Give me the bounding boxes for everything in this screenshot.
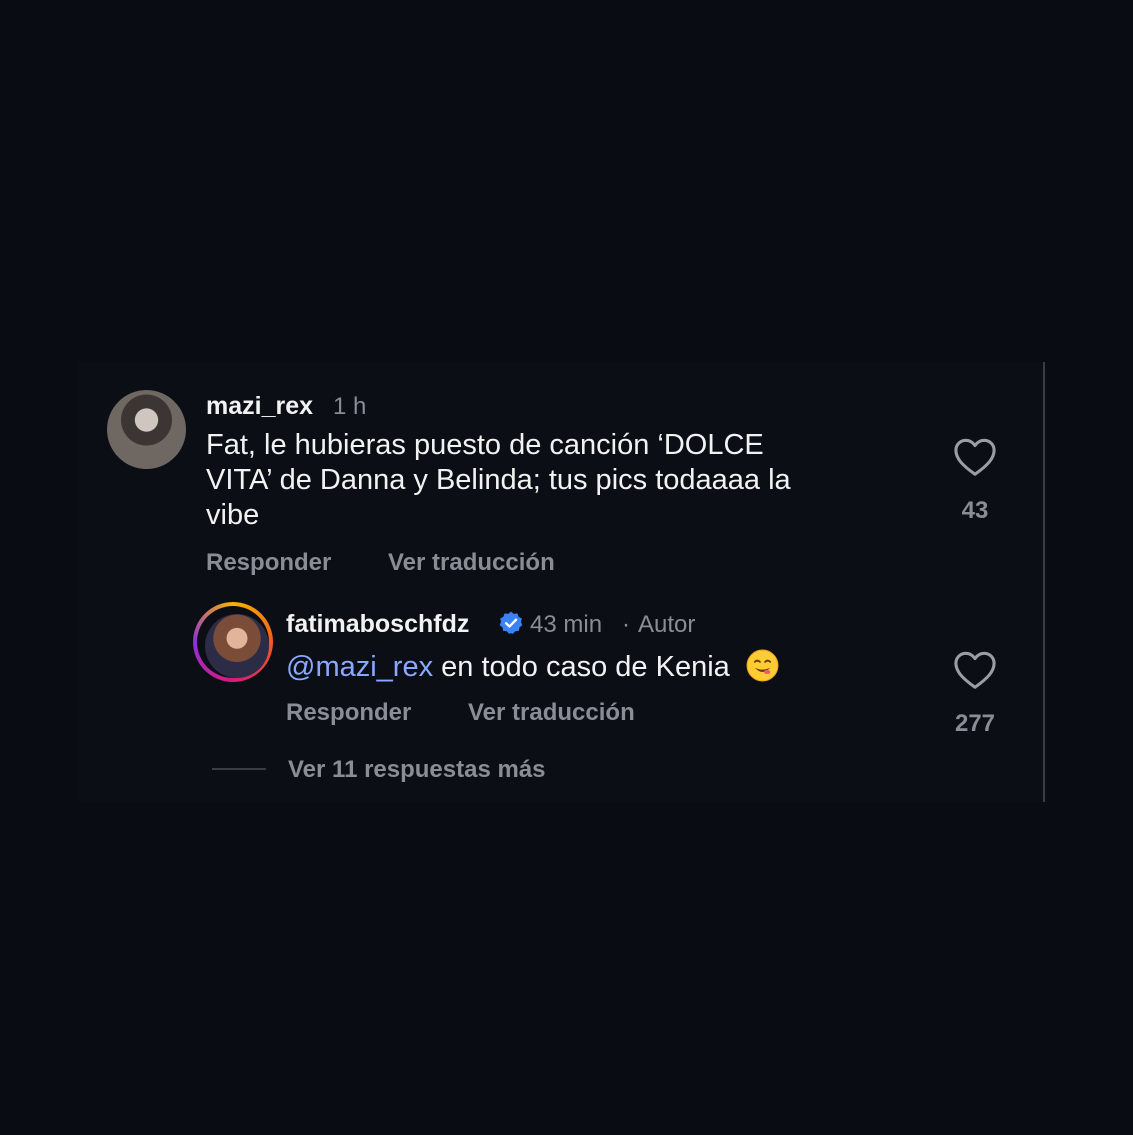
comment-thread-screen: mazi_rex 1 h Fat, le hubieras puesto de … <box>0 0 1133 1135</box>
avatar-ring-gap <box>197 606 269 678</box>
reply-like-count: 277 <box>954 710 996 737</box>
thread-line <box>212 768 266 770</box>
reply-translate-button[interactable]: Ver traducción <box>468 699 635 727</box>
comment-text-line-2: VITA’ de Danna y Belinda; tus pics todaa… <box>206 464 791 496</box>
verified-badge-icon <box>499 611 523 634</box>
comment-timestamp: 1 h <box>333 393 367 420</box>
reply-reply-button[interactable]: Responder <box>286 699 411 727</box>
mention-link[interactable]: @mazi_rex <box>286 651 433 683</box>
author-label: Autor <box>638 611 696 638</box>
reply-button[interactable]: Responder <box>206 549 331 577</box>
comment-username[interactable]: mazi_rex <box>206 392 313 421</box>
reply-username[interactable]: fatimaboschfdz <box>286 610 469 639</box>
scroll-divider <box>1043 362 1045 802</box>
story-ring[interactable] <box>193 602 273 682</box>
comment-like-count: 43 <box>961 497 989 524</box>
avatar-fatimaboschfdz[interactable] <box>205 614 269 678</box>
heart-outline-icon[interactable] <box>953 650 997 690</box>
comment-text-line-1: Fat, le hubieras puesto de canción ‘DOLC… <box>206 429 764 461</box>
avatar-mazi-rex[interactable] <box>107 390 186 469</box>
reply-text: @mazi_rex en todo caso de Kenia <box>286 649 779 685</box>
meta-separator: · <box>622 611 630 638</box>
reply-body: en todo caso de Kenia <box>441 651 730 683</box>
comment-text-line-3: vibe <box>206 499 260 531</box>
smiling-face-emoji-icon <box>746 649 779 682</box>
translate-button[interactable]: Ver traducción <box>388 549 555 577</box>
heart-outline-icon[interactable] <box>953 437 997 477</box>
view-more-replies-button[interactable]: Ver 11 respuestas más <box>288 756 546 784</box>
reply-timestamp: 43 min <box>530 611 603 638</box>
